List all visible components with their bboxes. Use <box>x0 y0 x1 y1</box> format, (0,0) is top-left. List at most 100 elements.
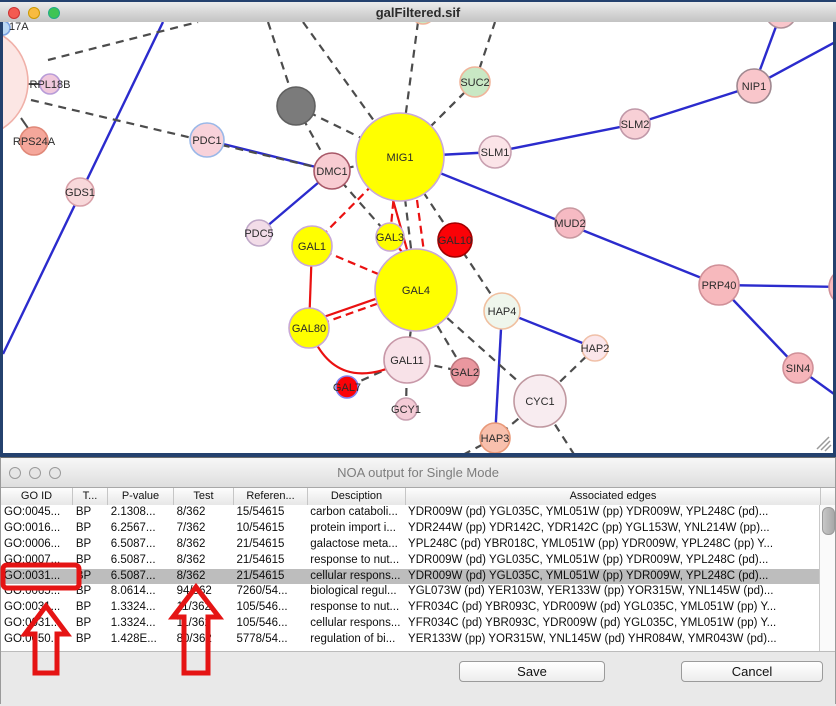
vertical-scrollbar[interactable] <box>819 505 835 651</box>
cell-reference: 7260/54... <box>233 584 307 600</box>
node-label-MIG1: MIG1 <box>387 152 414 164</box>
cell-reference: 105/546... <box>233 600 307 616</box>
cell-reference: 15/54615 <box>233 505 307 521</box>
cell-go_id: GO:0050... <box>1 632 73 648</box>
node-label-SLM2: SLM2 <box>621 119 650 131</box>
cell-go_id: GO:0031... <box>1 616 73 632</box>
cell-edges: YFR034C (pd) YBR093C, YDR009W (pd) YGL03… <box>405 616 819 632</box>
noa-titlebar: NOA output for Single Mode <box>1 458 835 488</box>
save-button[interactable]: Save <box>459 661 605 682</box>
network-node-top-green[interactable] <box>411 22 435 24</box>
column-header-go_id[interactable]: GO ID <box>1 488 73 505</box>
cell-description: carbon cataboli... <box>307 505 405 521</box>
cell-test: 8/362 <box>174 537 234 553</box>
cell-test: 11/362 <box>174 616 234 632</box>
table-row[interactable]: GO:0045...BP2.1308...8/36215/54615carbon… <box>1 505 819 521</box>
node-label-fragment: 17A <box>9 22 29 33</box>
node-label-GAL7: GAL7 <box>333 382 361 394</box>
table-row-selected[interactable]: GO:0031...BP6.5087...8/36221/54615cellul… <box>1 569 819 585</box>
table-row[interactable]: GO:0050...BP1.428E...80/3625778/54...reg… <box>1 632 819 648</box>
node-label-GAL1: GAL1 <box>298 241 326 253</box>
noa-output-window: NOA output for Single Mode GO IDT...P-va… <box>0 457 836 704</box>
node-label-NIP1: NIP1 <box>742 81 766 93</box>
zoom-button[interactable] <box>48 7 60 19</box>
cell-test: 94/362 <box>174 584 234 600</box>
cell-reference: 21/54615 <box>233 537 307 553</box>
cell-go_id: GO:0006... <box>1 537 73 553</box>
network-window-title: galFiltered.sif <box>0 2 836 24</box>
network-node-big-left[interactable] <box>3 27 28 137</box>
cell-type: BP <box>73 616 108 632</box>
cell-go_id: GO:0045... <box>1 505 73 521</box>
cell-go_id: GO:0031... <box>1 569 73 585</box>
cell-type: BP <box>73 600 108 616</box>
node-label-GAL3: GAL3 <box>376 232 404 244</box>
column-header-description[interactable]: Desciption <box>308 488 406 505</box>
cell-type: BP <box>73 553 108 569</box>
column-header-test[interactable]: Test <box>174 488 234 505</box>
cell-p_value: 1.428E... <box>108 632 174 648</box>
node-label-PRP40: PRP40 <box>702 280 737 292</box>
cell-test: 8/362 <box>174 569 234 585</box>
network-node-top-right-pink[interactable] <box>766 22 796 28</box>
scrollbar-thumb[interactable] <box>822 507 835 535</box>
cell-edges: YFR034C (pd) YBR093C, YDR009W (pd) YGL03… <box>405 600 819 616</box>
table-row[interactable]: GO:0065...BP8.0614...94/3627260/54...bio… <box>1 584 819 600</box>
node-label-GCY1: GCY1 <box>391 404 421 416</box>
node-label-HAP4: HAP4 <box>488 306 517 318</box>
cell-test: 80/362 <box>174 632 234 648</box>
cell-test: 8/362 <box>174 505 234 521</box>
network-edge[interactable] <box>495 124 635 152</box>
column-header-reference[interactable]: Referen... <box>234 488 308 505</box>
cell-edges: YDR009W (pd) YGL035C, YML051W (pp) YDR00… <box>405 553 819 569</box>
node-label-CYC1: CYC1 <box>525 396 554 408</box>
cell-description: regulation of bi... <box>307 632 405 648</box>
network-edge[interactable] <box>635 86 754 124</box>
column-header-edges[interactable]: Associated edges <box>406 488 821 505</box>
network-edge[interactable] <box>48 22 198 60</box>
node-label-GAL11: GAL11 <box>390 355 423 367</box>
zoom-button[interactable] <box>49 467 61 479</box>
cell-reference: 21/54615 <box>233 569 307 585</box>
network-canvas[interactable]: RPL18BRPS24AGDS1PDC1DMC1MIG1SUC2SLM1SLM2… <box>0 22 836 457</box>
table-row[interactable]: GO:0031...BP1.3324...11/362105/546...res… <box>1 600 819 616</box>
node-label-PDC1: PDC1 <box>192 135 221 147</box>
node-label-DMC1: DMC1 <box>316 166 347 178</box>
cell-p_value: 2.1308... <box>108 505 174 521</box>
cell-description: response to nut... <box>307 553 405 569</box>
close-button[interactable] <box>9 467 21 479</box>
cell-p_value: 6.2567... <box>108 521 174 537</box>
cell-p_value: 1.3324... <box>108 616 174 632</box>
cell-description: protein import i... <box>307 521 405 537</box>
column-header-p_value[interactable]: P-value <box>108 488 174 505</box>
minimize-button[interactable] <box>28 7 40 19</box>
cell-type: BP <box>73 505 108 521</box>
cell-description: cellular respons... <box>307 569 405 585</box>
node-label-MUD2: MUD2 <box>554 218 585 230</box>
cell-go_id: GO:0065... <box>1 584 73 600</box>
node-label-SLM1: SLM1 <box>481 147 510 159</box>
node-label-PDC5: PDC5 <box>244 228 273 240</box>
resize-grip[interactable] <box>817 437 831 451</box>
node-label-SUC2: SUC2 <box>460 77 489 89</box>
network-node-gray-node[interactable] <box>277 87 315 125</box>
table-row[interactable]: GO:0006...BP6.5087...8/36221/54615galact… <box>1 537 819 553</box>
close-button[interactable] <box>8 7 20 19</box>
network-edge[interactable] <box>417 200 424 252</box>
minimize-button[interactable] <box>29 467 41 479</box>
network-edge[interactable] <box>495 311 502 438</box>
cell-reference: 21/54615 <box>233 553 307 569</box>
cell-go_id: GO:0031... <box>1 600 73 616</box>
cell-edges: YER133W (pp) YOR315W, YNL145W (pd) YHR08… <box>405 632 819 648</box>
cancel-button[interactable]: Cancel <box>681 661 823 682</box>
table-row[interactable]: GO:0007...BP6.5087...8/36221/54615respon… <box>1 553 819 569</box>
cell-reference: 105/546... <box>233 616 307 632</box>
cell-type: BP <box>73 521 108 537</box>
node-label-GAL4: GAL4 <box>402 285 430 297</box>
table-row[interactable]: GO:0031...BP1.3324...11/362105/546...cel… <box>1 616 819 632</box>
node-label-RPL18B: RPL18B <box>30 79 71 91</box>
table-header-row: GO IDT...P-valueTestReferen...Desciption… <box>1 488 835 506</box>
node-label-HAP3: HAP3 <box>481 433 510 445</box>
column-header-type[interactable]: T... <box>73 488 108 505</box>
table-row[interactable]: GO:0016...BP6.2567...7/36210/54615protei… <box>1 521 819 537</box>
